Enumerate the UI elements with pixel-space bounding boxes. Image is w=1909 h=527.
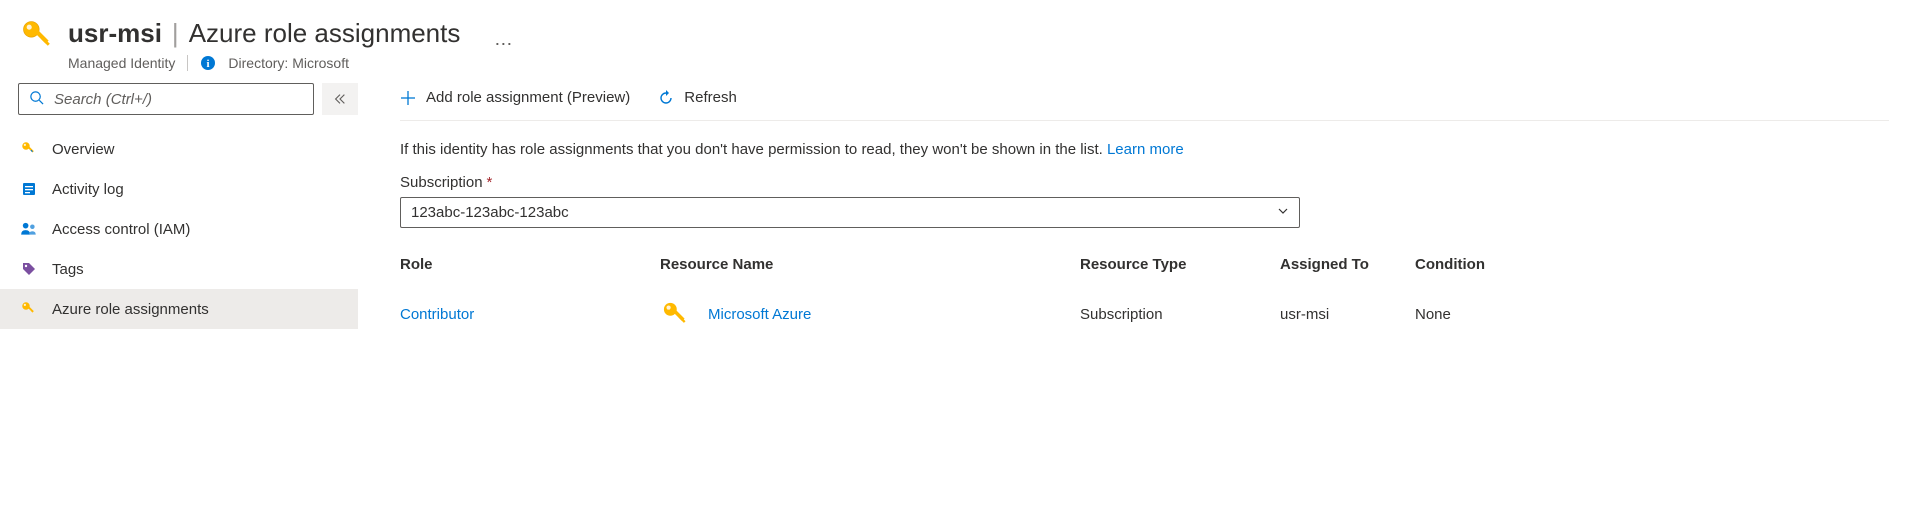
condition-cell: None [1415,306,1535,323]
resource-type-cell: Subscription [1080,306,1280,323]
toolbar: Add role assignment (Preview) Refresh [400,83,1889,121]
search-icon [29,90,44,108]
page-header: usr-msi | Azure role assignments Managed… [0,0,1909,83]
key-icon [20,140,38,158]
tags-icon [20,260,38,278]
subtitle-divider [187,55,188,71]
toolbar-button-label: Add role assignment (Preview) [426,89,630,106]
directory-label: Directory: [228,55,288,71]
search-input-wrapper[interactable] [18,83,314,115]
permission-note: If this identity has role assignments th… [400,121,1889,174]
col-header-resource-type[interactable]: Resource Type [1080,256,1280,273]
sidebar-item-tags[interactable]: Tags [0,249,358,289]
note-text: If this identity has role assignments th… [400,141,1103,158]
key-icon [660,299,690,329]
required-indicator: * [487,174,493,191]
subscription-label: Subscription [400,174,483,191]
page-title: usr-msi | Azure role assignments [68,18,460,49]
sidebar-item-overview[interactable]: Overview [0,129,358,169]
main-content: Add role assignment (Preview) Refresh If… [358,83,1909,365]
sidebar-item-activity-log[interactable]: Activity log [0,169,358,209]
activity-log-icon [20,180,38,198]
refresh-icon [658,90,674,106]
resource-name-link[interactable]: Microsoft Azure [708,306,811,323]
resource-type-label: Managed Identity [68,55,175,71]
col-header-resource-name[interactable]: Resource Name [660,256,1080,273]
table-header-row: Role Resource Name Resource Type Assigne… [400,246,1889,283]
refresh-button[interactable]: Refresh [658,89,737,106]
learn-more-link[interactable]: Learn more [1107,141,1184,158]
add-role-assignment-button[interactable]: Add role assignment (Preview) [400,89,630,106]
sidebar-item-label: Overview [52,141,115,158]
directory-value: Microsoft [292,55,349,71]
sidebar-item-label: Azure role assignments [52,301,209,318]
info-icon: i [200,55,216,71]
plus-icon [400,90,416,106]
sidebar-item-access-control[interactable]: Access control (IAM) [0,209,358,249]
access-control-icon [20,220,38,238]
header-subtitle: Managed Identity i Directory: Microsoft [68,55,460,71]
collapse-sidebar-button[interactable] [322,83,358,115]
subscription-field: Subscription * 123abc-123abc-123abc [400,174,1889,228]
sidebar-item-label: Tags [52,261,84,278]
title-separator: | [172,18,179,49]
resource-name: usr-msi [68,18,162,49]
chevron-double-left-icon [333,92,347,106]
subscription-dropdown[interactable]: 123abc-123abc-123abc [400,197,1300,228]
resource-name-cell: Microsoft Azure [660,299,1080,329]
sidebar-item-azure-role-assignments[interactable]: Azure role assignments [0,289,358,329]
role-link[interactable]: Contributor [400,306,660,323]
more-actions-button[interactable]: ⋯ [494,34,514,55]
col-header-role[interactable]: Role [400,256,660,273]
key-icon [20,18,54,52]
svg-text:i: i [207,58,210,70]
subscription-selected-value: 123abc-123abc-123abc [411,204,569,221]
toolbar-button-label: Refresh [684,89,737,106]
assigned-to-cell: usr-msi [1280,306,1415,323]
sidebar-nav: Overview Activity log Access control (IA… [0,123,358,329]
chevron-down-icon [1277,204,1289,221]
col-header-condition[interactable]: Condition [1415,256,1535,273]
search-input[interactable] [54,91,303,108]
table-row: Contributor Microsoft Azure Subscription… [400,283,1889,345]
page-title-text: Azure role assignments [189,18,461,49]
sidebar: Overview Activity log Access control (IA… [0,83,358,365]
sidebar-item-label: Activity log [52,181,124,198]
col-header-assigned-to[interactable]: Assigned To [1280,256,1415,273]
role-assignments-table: Role Resource Name Resource Type Assigne… [400,246,1889,345]
key-icon [20,300,38,318]
sidebar-item-label: Access control (IAM) [52,221,190,238]
